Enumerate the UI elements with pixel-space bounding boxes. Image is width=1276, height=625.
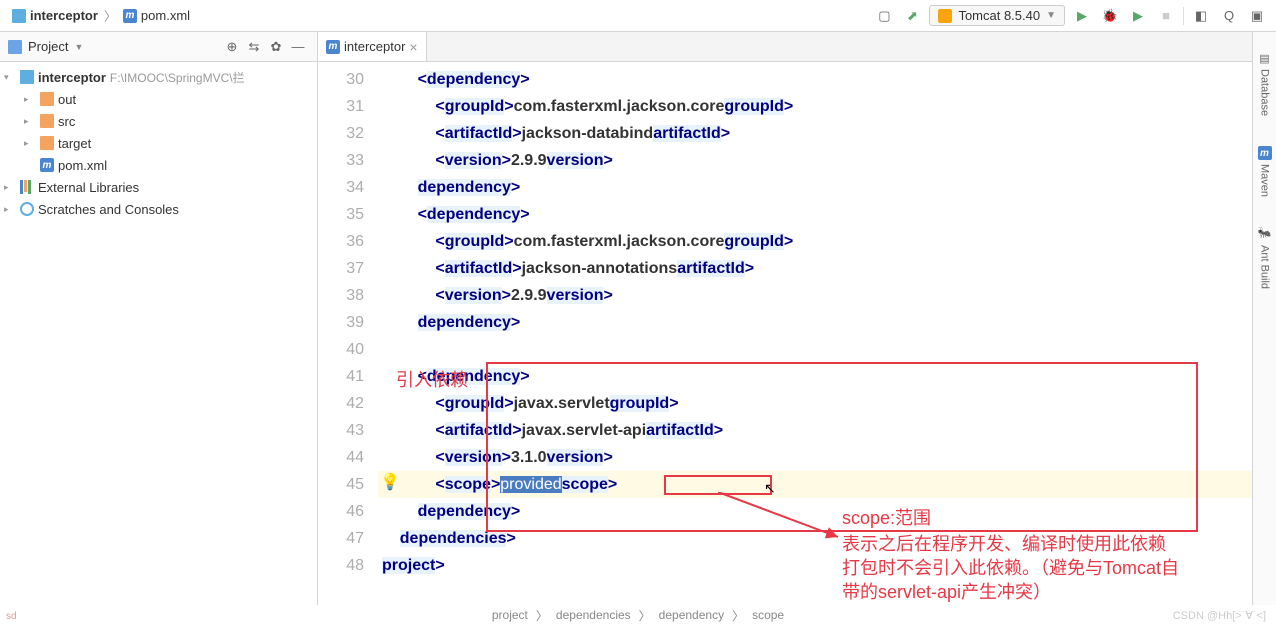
run-config-label: Tomcat 8.5.40	[958, 8, 1040, 23]
project-tool-window: Project ▼ ⊕ ⇆ ✿ — ▾ interceptor F:\IMOOC…	[0, 32, 318, 605]
locate-icon[interactable]: ⊕	[221, 36, 243, 58]
collapse-arrow-icon[interactable]: ▸	[24, 94, 36, 105]
project-view-icon	[8, 40, 22, 54]
expand-arrow-icon[interactable]: ▾	[4, 72, 16, 83]
breadcrumb-project-label: interceptor	[30, 8, 98, 23]
crumb[interactable]: scope	[752, 608, 784, 622]
window-icon[interactable]: ▢	[873, 5, 895, 27]
tree-label: out	[58, 92, 76, 107]
tree-external-libs[interactable]: ▸ External Libraries	[0, 176, 317, 198]
sd-label: sd	[6, 611, 17, 622]
breadcrumb-separator: 〉	[104, 6, 117, 25]
main-toolbar: interceptor 〉 m pom.xml ▢ ⬈ Tomcat 8.5.4…	[0, 0, 1276, 32]
run-configuration[interactable]: Tomcat 8.5.40 ▼	[929, 5, 1065, 26]
project-tree[interactable]: ▾ interceptor F:\IMOOC\SpringMVC\拦 ▸ out…	[0, 62, 317, 224]
tree-root-path: F:\IMOOC\SpringMVC\拦	[110, 69, 245, 86]
snapshot-icon[interactable]: ◧	[1190, 5, 1212, 27]
editor-tabs: m interceptor ×	[318, 32, 1276, 62]
right-tool-strip: ▤Database mMaven 🐜Ant Build	[1252, 32, 1276, 605]
collapse-arrow-icon[interactable]: ▸	[24, 138, 36, 149]
chevron-down-icon: ▼	[1046, 10, 1056, 21]
hide-icon[interactable]: —	[287, 36, 309, 58]
maven-tool[interactable]: mMaven	[1258, 146, 1272, 197]
breadcrumb-file-label: pom.xml	[141, 8, 190, 23]
folder-icon	[40, 114, 54, 128]
scratches-icon	[20, 202, 34, 216]
ant-build-tool[interactable]: 🐜Ant Build	[1258, 227, 1271, 288]
collapse-arrow-icon[interactable]: ▸	[4, 182, 16, 193]
libraries-icon	[20, 180, 34, 194]
tree-folder-src[interactable]: ▸ src	[0, 110, 317, 132]
code-editor[interactable]: 303132 333435 363738 394041 424344 45464…	[318, 62, 1276, 605]
maven-file-icon: m	[123, 9, 137, 23]
project-panel-title: Project	[28, 39, 68, 54]
debug-button[interactable]: 🐞	[1099, 5, 1121, 27]
search-icon[interactable]: Q	[1218, 5, 1240, 27]
tree-label: Scratches and Consoles	[38, 202, 179, 217]
coverage-button[interactable]: ▶	[1127, 5, 1149, 27]
tab-interceptor[interactable]: m interceptor ×	[318, 32, 427, 61]
crumb[interactable]: project	[492, 608, 528, 622]
close-icon[interactable]: ×	[409, 39, 417, 55]
chevron-down-icon[interactable]: ▼	[74, 42, 83, 52]
collapse-arrow-icon[interactable]: ▸	[24, 116, 36, 127]
module-icon	[12, 9, 26, 23]
maven-file-icon: m	[40, 158, 54, 172]
collapse-arrow-icon[interactable]: ▸	[4, 204, 16, 215]
tab-label: interceptor	[344, 39, 405, 54]
tree-label: src	[58, 114, 75, 129]
stop-button[interactable]: ■	[1155, 5, 1177, 27]
database-tool[interactable]: ▤Database	[1258, 52, 1271, 116]
gear-icon[interactable]: ✿	[265, 36, 287, 58]
tree-scratches[interactable]: ▸ Scratches and Consoles	[0, 198, 317, 220]
editor-breadcrumb: project〉 dependencies〉 dependency〉 scope	[0, 605, 1276, 625]
settings-icon[interactable]: ▣	[1246, 5, 1268, 27]
collapse-icon[interactable]: ⇆	[243, 36, 265, 58]
tree-folder-out[interactable]: ▸ out	[0, 88, 317, 110]
tree-file-pom[interactable]: m pom.xml	[0, 154, 317, 176]
module-icon	[20, 70, 34, 84]
tree-root[interactable]: ▾ interceptor F:\IMOOC\SpringMVC\拦	[0, 66, 317, 88]
watermark: CSDN @Hh[>˙∀˙<]	[1173, 609, 1266, 622]
maven-file-icon: m	[326, 40, 340, 54]
tree-folder-target[interactable]: ▸ target	[0, 132, 317, 154]
crumb[interactable]: dependency	[659, 608, 724, 622]
line-gutter: 303132 333435 363738 394041 424344 45464…	[318, 62, 378, 605]
tree-root-label: interceptor	[38, 70, 106, 85]
folder-icon	[40, 136, 54, 150]
hammer-icon[interactable]: ⬈	[901, 5, 923, 27]
tomcat-icon	[938, 9, 952, 23]
tree-label: pom.xml	[58, 158, 107, 173]
tree-label: External Libraries	[38, 180, 139, 195]
crumb[interactable]: dependencies	[556, 608, 631, 622]
breadcrumb-project[interactable]: interceptor	[8, 6, 102, 25]
breadcrumb-file[interactable]: m pom.xml	[119, 6, 194, 25]
editor-area: m interceptor × 303132 333435 363738 394…	[318, 32, 1276, 605]
run-button[interactable]: ▶	[1071, 5, 1093, 27]
tree-label: target	[58, 136, 91, 151]
code-content[interactable]: <dependency> <groupId>com.fasterxml.jack…	[378, 62, 1276, 605]
bulb-icon[interactable]: 💡	[380, 472, 400, 492]
folder-icon	[40, 92, 54, 106]
